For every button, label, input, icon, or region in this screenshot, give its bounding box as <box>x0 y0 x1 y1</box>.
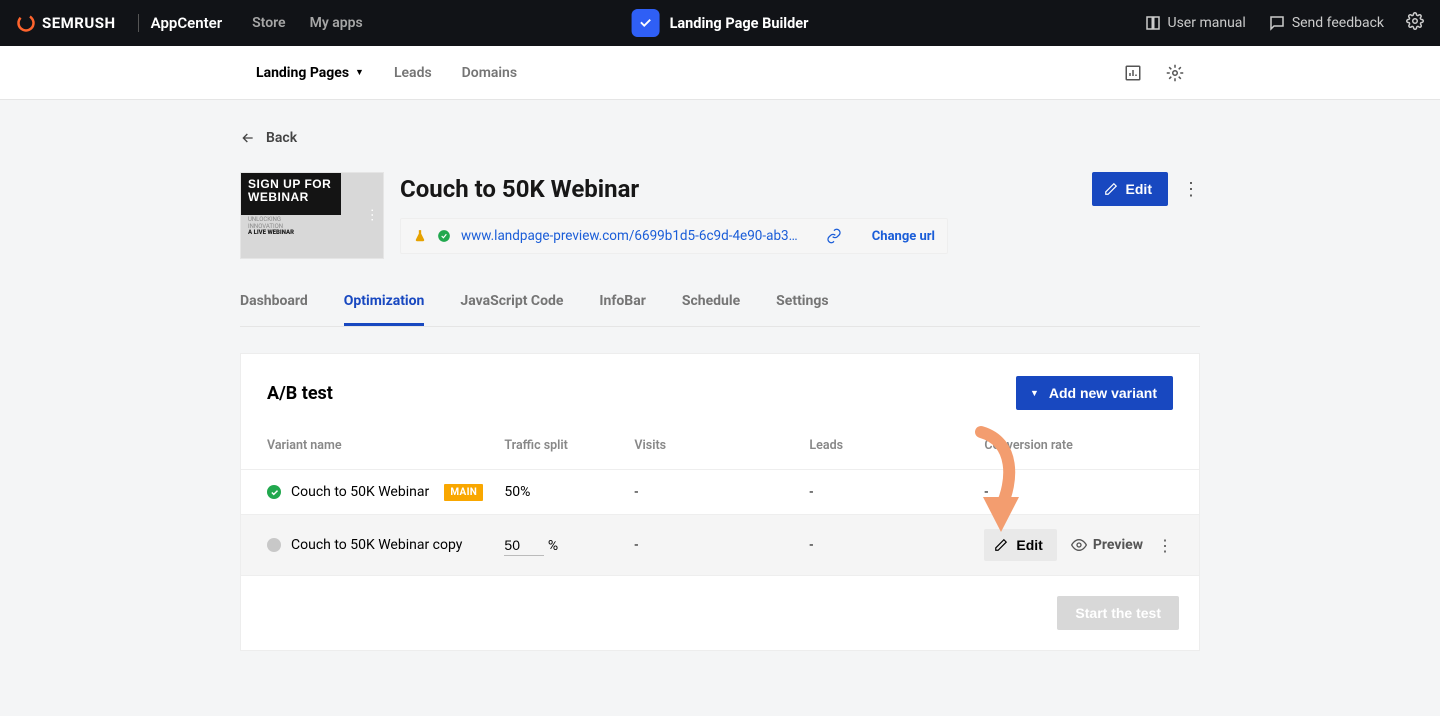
leads-link[interactable]: Leads <box>394 65 432 81</box>
chat-icon <box>1268 14 1286 32</box>
send-feedback-link[interactable]: Send feedback <box>1268 14 1384 32</box>
start-test-button[interactable]: Start the test <box>1057 596 1179 630</box>
back-link[interactable]: Back <box>240 130 1200 146</box>
app-title-wrap: Landing Page Builder <box>632 9 809 37</box>
app-title: Landing Page Builder <box>670 15 809 32</box>
tab-settings[interactable]: Settings <box>776 279 828 326</box>
pencil-icon <box>1104 182 1118 196</box>
analytics-icon[interactable] <box>1124 64 1142 82</box>
status-dot-active <box>267 485 281 499</box>
brand-name: SEMRUSH <box>42 14 116 32</box>
ab-test-card: A/B test ▼ Add new variant Variant name … <box>240 353 1200 651</box>
tab-javascript[interactable]: JavaScript Code <box>460 279 563 326</box>
visits-value: - <box>634 515 809 576</box>
pencil-icon <box>994 538 1008 552</box>
tabs: Dashboard Optimization JavaScript Code I… <box>240 279 1200 327</box>
page-thumbnail[interactable]: SIGN UP FOR WEBINAR UNLOCKINGINNOVATIONA… <box>240 172 384 259</box>
preview-variant-button[interactable]: Preview <box>1071 537 1143 553</box>
table-row[interactable]: Couch to 50K Webinar copy % - - Edit <box>241 515 1199 576</box>
landing-pages-label: Landing Pages <box>256 65 349 81</box>
link-icon[interactable] <box>826 228 842 244</box>
page-header: SIGN UP FOR WEBINAR UNLOCKINGINNOVATIONA… <box>240 172 1200 259</box>
leads-value: - <box>809 470 984 515</box>
top-bar: SEMRUSH AppCenter Store My apps Landing … <box>0 0 1440 46</box>
split-suffix: % <box>548 538 558 554</box>
conv-value: - <box>984 470 1199 515</box>
check-circle-icon <box>437 229 451 243</box>
domains-link[interactable]: Domains <box>462 65 517 81</box>
table-row[interactable]: Couch to 50K Webinar MAIN 50% - - - <box>241 470 1199 515</box>
variant-name-cell: Couch to 50K Webinar copy <box>267 537 504 553</box>
appcenter-label[interactable]: AppCenter <box>151 14 222 32</box>
card-footer: Start the test <box>241 576 1199 650</box>
more-icon[interactable]: ⋮ <box>1157 536 1173 555</box>
edit-label: Edit <box>1126 181 1152 197</box>
semrush-logo-icon <box>16 13 36 33</box>
tab-infobar[interactable]: InfoBar <box>599 279 645 326</box>
status-dot-inactive <box>267 538 281 552</box>
sub-nav-left: Landing Pages ▼ Leads Domains <box>256 65 517 81</box>
sub-nav: Landing Pages ▼ Leads Domains <box>0 46 1440 100</box>
edit-page-button[interactable]: Edit <box>1092 172 1168 206</box>
topbar-right: User manual Send feedback <box>1144 12 1425 34</box>
page-title: Couch to 50K Webinar <box>400 175 639 203</box>
nav-myapps[interactable]: My apps <box>310 15 363 31</box>
gear-icon <box>1406 12 1424 30</box>
user-manual-link[interactable]: User manual <box>1144 14 1246 32</box>
gear-icon[interactable] <box>1166 64 1184 82</box>
settings-button[interactable] <box>1406 12 1424 34</box>
brand-logo[interactable]: SEMRUSH <box>16 13 116 33</box>
col-split: Traffic split <box>504 428 634 470</box>
eye-icon <box>1071 537 1087 553</box>
col-visits: Visits <box>634 428 809 470</box>
visits-value: - <box>634 470 809 515</box>
flask-icon <box>413 229 427 243</box>
main-badge: MAIN <box>444 484 483 501</box>
add-variant-label: Add new variant <box>1049 385 1157 401</box>
content: Back SIGN UP FOR WEBINAR UNLOCKINGINNOVA… <box>0 100 1440 651</box>
url-bar: www.landpage-preview.com/6699b1d5-6c9d-4… <box>400 218 948 254</box>
split-value: 50% <box>504 484 530 500</box>
variant-name: Couch to 50K Webinar <box>291 484 429 500</box>
col-variant: Variant name <box>241 428 504 470</box>
thumb-headline: SIGN UP FOR WEBINAR <box>241 173 341 215</box>
page-url[interactable]: www.landpage-preview.com/6699b1d5-6c9d-4… <box>461 228 801 244</box>
arrow-left-icon <box>240 130 256 146</box>
title-actions: Edit ⋮ <box>1092 172 1200 206</box>
tab-dashboard[interactable]: Dashboard <box>240 279 308 326</box>
variant-name: Couch to 50K Webinar copy <box>291 537 462 553</box>
top-nav: Store My apps <box>252 15 363 31</box>
thumb-more-icon: ⋯ <box>364 208 380 222</box>
tab-optimization[interactable]: Optimization <box>344 279 425 326</box>
app-icon <box>632 9 660 37</box>
user-manual-label: User manual <box>1168 15 1246 31</box>
col-leads: Leads <box>809 428 984 470</box>
send-feedback-label: Send feedback <box>1292 15 1384 31</box>
ab-test-title: A/B test <box>267 383 333 404</box>
variants-table: Variant name Traffic split Visits Leads … <box>241 428 1199 576</box>
edit-label: Edit <box>1016 537 1042 553</box>
back-label: Back <box>266 130 297 146</box>
card-header: A/B test ▼ Add new variant <box>241 354 1199 428</box>
book-icon <box>1144 14 1162 32</box>
split-input[interactable] <box>504 535 544 556</box>
change-url-link[interactable]: Change url <box>872 229 935 244</box>
add-variant-button[interactable]: ▼ Add new variant <box>1016 376 1173 410</box>
page-title-box: Couch to 50K Webinar Edit ⋮ www.landpage… <box>400 172 1200 254</box>
nav-store[interactable]: Store <box>252 15 285 31</box>
leads-value: - <box>809 515 984 576</box>
vertical-divider <box>138 14 139 32</box>
title-row: Couch to 50K Webinar Edit ⋮ <box>400 172 1200 206</box>
chevron-down-icon: ▼ <box>1030 388 1039 398</box>
tab-schedule[interactable]: Schedule <box>682 279 740 326</box>
edit-variant-button[interactable]: Edit <box>984 529 1056 561</box>
sub-nav-right <box>1124 64 1184 82</box>
col-conv: Conversion rate <box>984 428 1199 470</box>
row-actions: Edit Preview ⋮ <box>984 529 1173 561</box>
landing-pages-dropdown[interactable]: Landing Pages ▼ <box>256 65 364 81</box>
more-icon[interactable]: ⋮ <box>1182 179 1200 200</box>
chevron-down-icon: ▼ <box>355 67 364 78</box>
preview-label: Preview <box>1093 537 1143 553</box>
thumb-subhead: UNLOCKINGINNOVATIONA LIVE WEBINAR <box>248 217 294 237</box>
